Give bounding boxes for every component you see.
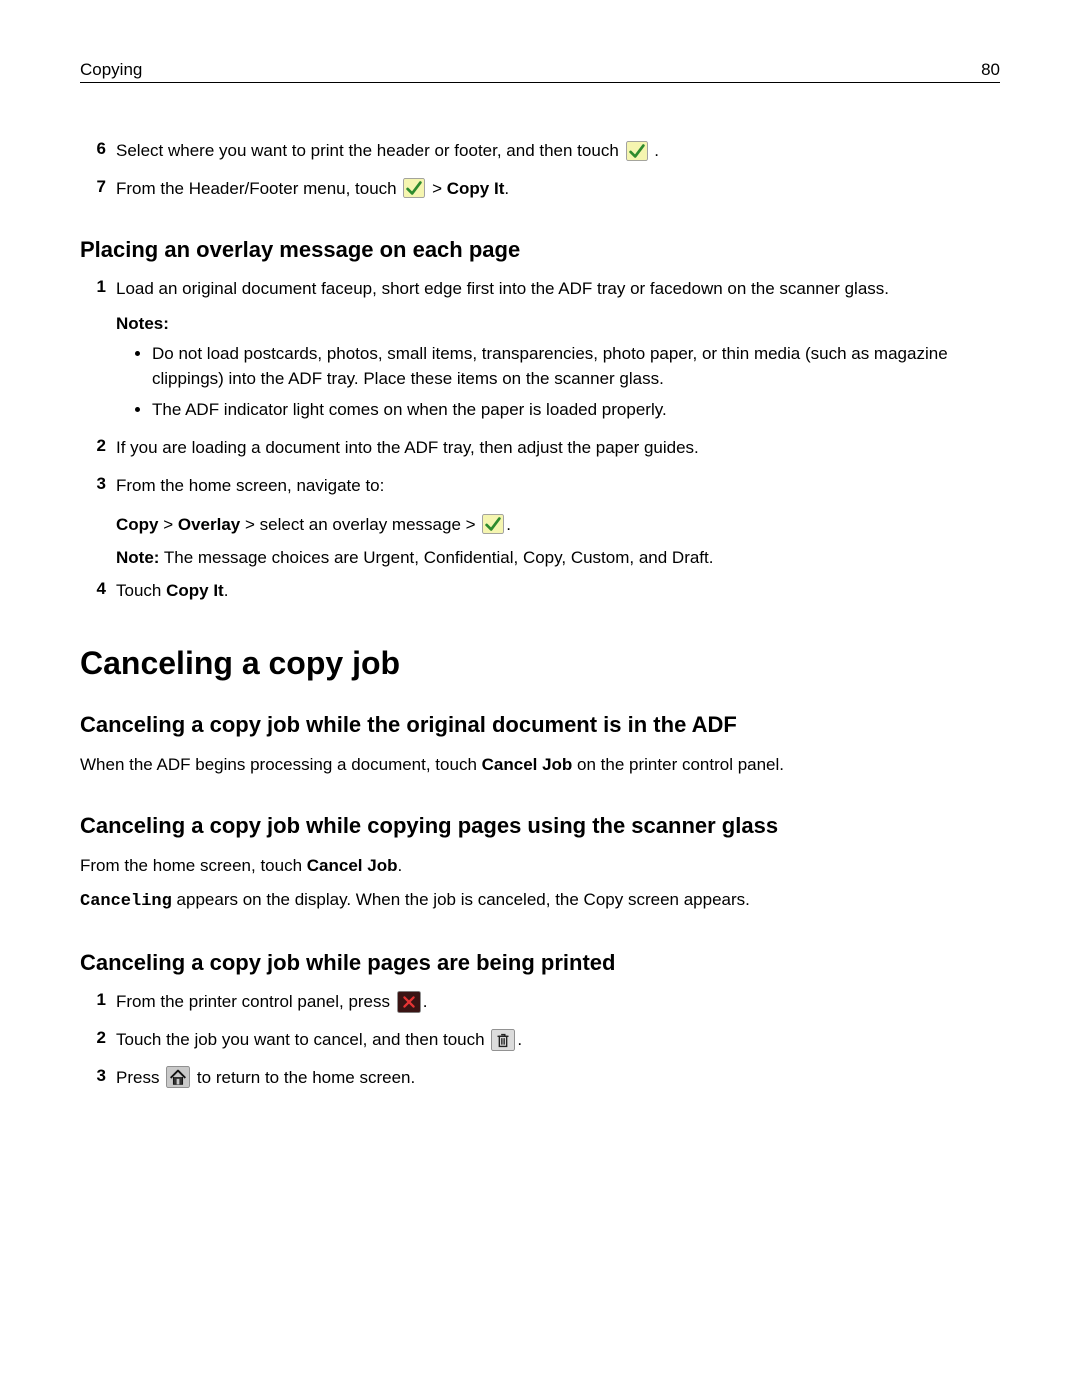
cancel-glass-p2: Canceling appears on the display. When t… — [80, 887, 1000, 915]
step-number: 3 — [80, 474, 116, 494]
printing-step-3: 3 Press to return to the home screen. — [80, 1066, 1000, 1090]
overlay-s4-a: Touch — [116, 581, 166, 600]
adf-p-b: Cancel Job — [482, 755, 573, 774]
overlay-s4-c: . — [224, 581, 229, 600]
printing-step-2: 2 Touch the job you want to cancel, and … — [80, 1028, 1000, 1052]
step-number: 2 — [80, 436, 116, 456]
overlay-step-2: 2 If you are loading a document into the… — [80, 436, 1000, 460]
header-section: Copying — [80, 60, 142, 80]
step-7-gt: > — [432, 179, 447, 198]
step-7-dot: . — [504, 179, 509, 198]
overlay-step-3: 3 From the home screen, navigate to: — [80, 474, 1000, 498]
step-number: 3 — [80, 1066, 116, 1086]
step-number: 4 — [80, 579, 116, 599]
step-number: 2 — [80, 1028, 116, 1048]
note-text: The message choices are Urgent, Confiden… — [159, 548, 713, 567]
step-7: 7 From the Header/Footer menu, touch > C… — [80, 177, 1000, 201]
step-7-text-a: From the Header/Footer menu, touch — [116, 179, 401, 198]
header-rule — [80, 82, 1000, 83]
cancel-glass-heading: Canceling a copy job while copying pages… — [80, 813, 1000, 839]
nav-copy: Copy — [116, 515, 159, 534]
overlay-step-4: 4 Touch Copy It. — [80, 579, 1000, 603]
cancel-adf-paragraph: When the ADF begins processing a documen… — [80, 752, 1000, 778]
overlay-note-2: The ADF indicator light comes on when th… — [152, 398, 1000, 423]
glass-p1-c: . — [397, 856, 402, 875]
cancel-heading: Canceling a copy job — [80, 645, 1000, 682]
printing-s2-b: . — [517, 1030, 522, 1049]
adf-p-a: When the ADF begins processing a documen… — [80, 755, 482, 774]
step-number: 1 — [80, 277, 116, 297]
note-label: Note: — [116, 548, 159, 567]
glass-p1-b: Cancel Job — [307, 856, 398, 875]
step-number: 7 — [80, 177, 116, 197]
home-icon — [166, 1066, 190, 1088]
glass-p2-a: Canceling — [80, 892, 172, 911]
step-6-text-b: . — [654, 141, 659, 160]
page-number: 80 — [981, 60, 1000, 80]
notes-label: Notes: — [116, 314, 1000, 334]
cancel-adf-heading: Canceling a copy job while the original … — [80, 712, 1000, 738]
checkmark-icon — [403, 178, 425, 198]
step-6: 6 Select where you want to print the hea… — [80, 139, 1000, 163]
nav-dot: . — [506, 515, 511, 534]
overlay-s1-text: Load an original document faceup, short … — [116, 277, 1000, 301]
printing-step-1: 1 From the printer control panel, press … — [80, 990, 1000, 1014]
overlay-s3-text: From the home screen, navigate to: — [116, 474, 1000, 498]
step-7-bold: Copy It — [447, 179, 505, 198]
nav-overlay: Overlay — [178, 515, 240, 534]
glass-p2-b: appears on the display. When the job is … — [172, 890, 750, 909]
step-6-text-a: Select where you want to print the heade… — [116, 141, 624, 160]
overlay-s2-text: If you are loading a document into the A… — [116, 436, 1000, 460]
printing-s3-b: to return to the home screen. — [197, 1068, 415, 1087]
printing-s2-a: Touch the job you want to cancel, and th… — [116, 1030, 489, 1049]
overlay-heading: Placing an overlay message on each page — [80, 237, 1000, 263]
adf-p-c: on the printer control panel. — [572, 755, 784, 774]
printing-s1-a: From the printer control panel, press — [116, 992, 395, 1011]
cancel-printing-heading: Canceling a copy job while pages are bei… — [80, 950, 1000, 976]
cancel-glass-p1: From the home screen, touch Cancel Job. — [80, 853, 1000, 879]
checkmark-icon — [482, 514, 504, 534]
glass-p1-a: From the home screen, touch — [80, 856, 307, 875]
step-number: 1 — [80, 990, 116, 1010]
overlay-step-1: 1 Load an original document faceup, shor… — [80, 277, 1000, 301]
printing-s1-b: . — [423, 992, 428, 1011]
trash-icon — [491, 1029, 515, 1051]
overlay-navigation: Copy > Overlay > select an overlay messa… — [116, 512, 1000, 538]
overlay-note-line: Note: The message choices are Urgent, Co… — [116, 545, 1000, 571]
step-number: 6 — [80, 139, 116, 159]
cancel-x-icon — [397, 991, 421, 1013]
nav-gt1: > — [159, 515, 178, 534]
printing-s3-a: Press — [116, 1068, 164, 1087]
nav-rest: > select an overlay message > — [240, 515, 480, 534]
checkmark-icon — [626, 141, 648, 161]
overlay-s4-b: Copy It — [166, 581, 224, 600]
overlay-note-1: Do not load postcards, photos, small ite… — [152, 342, 1000, 391]
